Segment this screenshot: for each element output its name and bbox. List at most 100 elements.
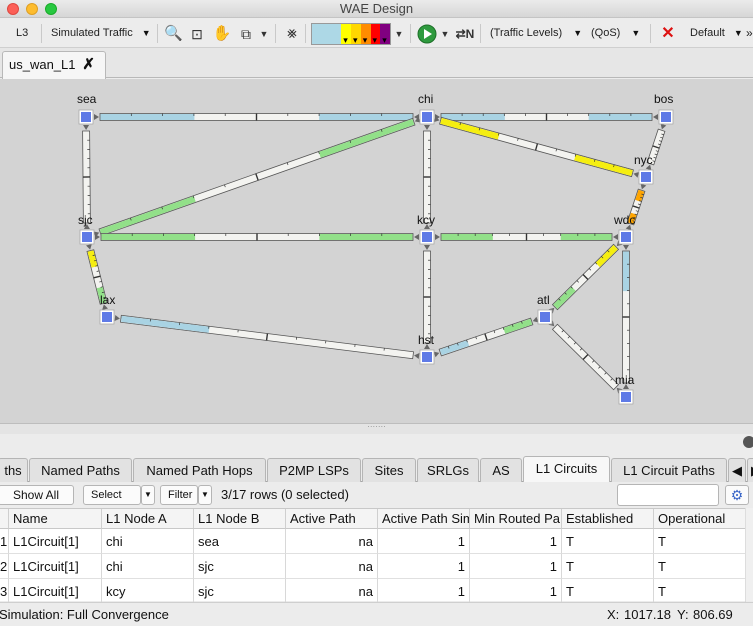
link-atl-wdc[interactable] xyxy=(548,240,623,314)
default-select[interactable]: Default ▼ xyxy=(690,19,743,48)
tab-sites[interactable]: Sites xyxy=(362,458,416,482)
select-all-menu-chevron-down-icon[interactable]: ▼ xyxy=(141,485,155,505)
table-cell[interactable]: 1 xyxy=(470,579,562,604)
node-chi[interactable]: chi xyxy=(418,92,434,124)
table-cell[interactable]: na xyxy=(286,579,378,604)
find-icon[interactable]: 🔍 xyxy=(164,24,182,44)
node-atl[interactable]: atl xyxy=(537,293,552,324)
traffic-select[interactable]: Simulated Traffic ▼ xyxy=(51,19,151,48)
network-map[interactable]: seachibosnycsjckcywdclaxatlhstmia xyxy=(0,79,753,424)
table-search-input[interactable] xyxy=(617,484,719,506)
select-region-icon[interactable]: ⊡ xyxy=(188,24,206,44)
link-sjc-chi[interactable] xyxy=(93,116,420,237)
filter-menu-chevron-down-icon[interactable]: ▼ xyxy=(198,485,212,505)
link-sjc-kcy[interactable] xyxy=(95,234,419,241)
table-settings-gear-icon[interactable]: ⚙ xyxy=(725,485,749,505)
column-header[interactable]: Established xyxy=(562,509,654,529)
utilization-swatch[interactable]: ▾ xyxy=(371,24,381,44)
clear-x-icon[interactable]: ✕ xyxy=(659,24,677,44)
column-header[interactable]: Name xyxy=(9,509,102,529)
table-cell[interactable]: 1 xyxy=(378,554,470,579)
play-icon[interactable] xyxy=(416,24,438,44)
tab-srlgs[interactable]: SRLGs xyxy=(417,458,479,482)
chevron-down-icon[interactable]: ▼ xyxy=(393,24,405,44)
tab-p2mp-lsps[interactable]: P2MP LSPs xyxy=(267,458,361,482)
table-cell[interactable]: T xyxy=(654,554,746,579)
table-cell[interactable]: chi xyxy=(102,554,194,579)
show-all-button[interactable]: Show All xyxy=(0,485,74,505)
table-cell[interactable]: T xyxy=(562,579,654,604)
traffic-levels-select[interactable]: (Traffic Levels) ▼ xyxy=(490,19,582,48)
column-header[interactable]: Min Routed Pa xyxy=(470,509,562,529)
toolbar-overflow[interactable]: » xyxy=(746,19,753,48)
tab-l1-circuits[interactable]: L1 Circuits xyxy=(523,456,610,483)
tab-as[interactable]: AS xyxy=(480,458,522,482)
utilization-swatch[interactable]: ▾ xyxy=(380,24,390,44)
table-cell[interactable]: sjc xyxy=(194,554,286,579)
link-chi-bos[interactable] xyxy=(435,114,658,121)
panel-options-icon[interactable] xyxy=(743,436,753,448)
close-window-button[interactable] xyxy=(7,3,19,15)
failure-icon[interactable]: ⨳ xyxy=(282,24,302,44)
qos-select[interactable]: (QoS) ▼ xyxy=(591,19,640,48)
select-all-button[interactable]: Select All xyxy=(83,485,141,505)
zoom-window-button[interactable] xyxy=(45,3,57,15)
close-tab-icon[interactable]: ✗ xyxy=(82,52,95,78)
link-chi-nyc[interactable] xyxy=(434,116,639,179)
node-sea[interactable]: sea xyxy=(77,92,97,124)
table-cell[interactable]: T xyxy=(562,529,654,554)
link-wdc-mia[interactable] xyxy=(623,245,630,389)
table-cell[interactable]: kcy xyxy=(102,579,194,604)
tab-scroll-left-icon[interactable]: ◀ xyxy=(728,458,746,482)
link-kcy-wdc[interactable] xyxy=(435,234,618,241)
utilization-swatch[interactable]: ▾ xyxy=(351,24,361,44)
tab-us-wan-l1[interactable]: us_wan_L1 ✗ xyxy=(2,51,106,79)
tab-scroll-right-icon[interactable]: ▶ xyxy=(747,458,753,482)
table-cell[interactable]: T xyxy=(654,529,746,554)
tab-named-paths[interactable]: Named Paths xyxy=(29,458,132,482)
network-sim-icon[interactable]: ⇄N xyxy=(455,24,475,44)
table-cell[interactable]: sjc xyxy=(194,579,286,604)
column-header[interactable]: Active Path xyxy=(286,509,378,529)
column-header[interactable]: Active Path Sim xyxy=(378,509,470,529)
link-atl-mia[interactable] xyxy=(548,320,623,394)
table-cell[interactable]: L1Circuit[1] xyxy=(9,529,102,554)
link-sea-chi[interactable] xyxy=(94,114,419,121)
column-header[interactable]: L1 Node A xyxy=(102,509,194,529)
row-number[interactable]: 1 xyxy=(0,529,9,554)
table-cell[interactable]: na xyxy=(286,554,378,579)
utilization-swatch[interactable]: ▾ xyxy=(361,24,371,44)
chevron-down-icon[interactable]: ▼ xyxy=(440,24,450,44)
utilization-swatch[interactable]: ▾ xyxy=(341,24,351,44)
link-hst-atl[interactable] xyxy=(433,316,538,357)
table-cell[interactable]: T xyxy=(654,579,746,604)
row-number[interactable]: 3 xyxy=(0,579,9,604)
tab-lsp-paths[interactable]: ths xyxy=(0,458,28,482)
table-cell[interactable]: 1 xyxy=(470,529,562,554)
table-cell[interactable]: L1Circuit[1] xyxy=(9,554,102,579)
filter-button[interactable]: Filter xyxy=(160,485,198,505)
table-cell[interactable]: 1 xyxy=(378,579,470,604)
tab-l1-circuit-paths[interactable]: L1 Circuit Paths xyxy=(611,458,727,482)
split-pane-divider[interactable]: ······· xyxy=(0,424,753,434)
table-cell[interactable]: 1 xyxy=(378,529,470,554)
link-lax-hst[interactable] xyxy=(115,315,420,360)
utilization-swatch[interactable] xyxy=(312,24,341,44)
table-vertical-scrollbar[interactable] xyxy=(745,508,753,601)
table-cell[interactable]: sea xyxy=(194,529,286,554)
layer-label[interactable]: L3 xyxy=(16,19,28,48)
table-cell[interactable]: na xyxy=(286,529,378,554)
table-cell[interactable]: 1 xyxy=(470,554,562,579)
table-cell[interactable]: chi xyxy=(102,529,194,554)
row-number[interactable]: 2 xyxy=(0,554,9,579)
column-header[interactable] xyxy=(0,509,9,529)
column-header[interactable]: L1 Node B xyxy=(194,509,286,529)
chevron-down-icon[interactable]: ▼ xyxy=(259,24,269,44)
tab-named-path-hops[interactable]: Named Path Hops xyxy=(133,458,266,482)
table-cell[interactable]: T xyxy=(562,554,654,579)
pan-hand-icon[interactable]: ✋ xyxy=(212,24,232,44)
table-cell[interactable]: L1Circuit[1] xyxy=(9,579,102,604)
utilization-color-picker[interactable]: ▾▾▾▾▾ xyxy=(311,23,391,45)
column-header[interactable]: Operational xyxy=(654,509,746,529)
node-wdc[interactable]: wdc xyxy=(613,213,635,244)
